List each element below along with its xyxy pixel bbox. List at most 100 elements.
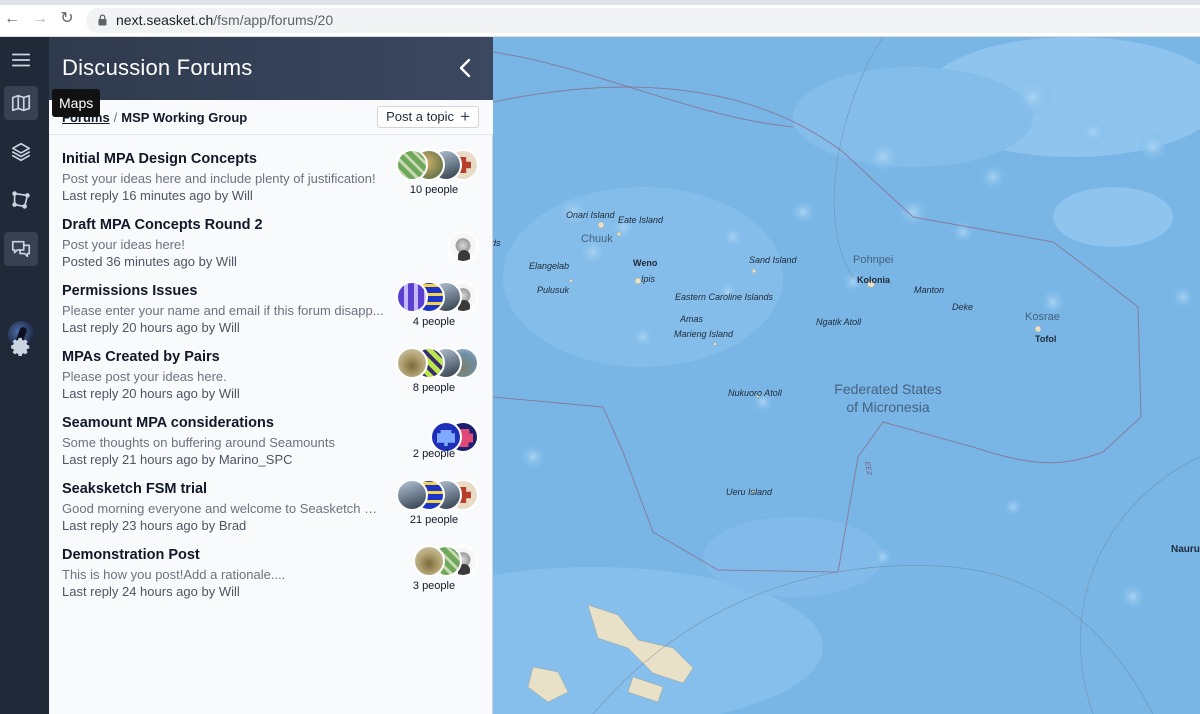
- avatar: [396, 149, 428, 181]
- topic-last-reply: Last reply 20 hours ago by Will: [62, 320, 240, 335]
- forums-icon: [11, 240, 31, 258]
- topic-title[interactable]: Initial MPA Design Concepts: [62, 151, 257, 167]
- topic-description: Please enter your name and email if this…: [62, 303, 384, 318]
- map-label: Weno: [633, 258, 658, 268]
- topic-item[interactable]: Seamount MPA considerations Some thought…: [49, 409, 493, 475]
- topic-last-reply: Posted 36 minutes ago by Will: [62, 254, 237, 269]
- map-label: Ueru Island: [726, 487, 773, 497]
- avatar: [413, 545, 445, 577]
- map-label: Pulusuk: [537, 285, 570, 295]
- participant-count: 8 people: [412, 382, 456, 394]
- topic-title[interactable]: Demonstration Post: [62, 547, 200, 563]
- topic-last-reply: Last reply 24 hours ago by Will: [62, 584, 240, 599]
- participant-avatars: [413, 545, 479, 578]
- topic-last-reply: Last reply 20 hours ago by Will: [62, 386, 240, 401]
- map-label: Ipis: [641, 274, 656, 284]
- panel-title: Discussion Forums: [62, 55, 253, 80]
- topic-last-reply: Last reply 23 hours ago by Brad: [62, 518, 247, 533]
- lock-icon: [98, 14, 107, 26]
- topic-item[interactable]: Permissions Issues Please enter your nam…: [49, 277, 493, 343]
- menu-icon: [11, 53, 31, 67]
- topic-title[interactable]: MPAs Created by Pairs: [62, 349, 220, 365]
- avatar: [396, 281, 428, 313]
- ocean-basemap: [493, 37, 1200, 714]
- map-label: Nauru: [1171, 544, 1200, 555]
- post-topic-label: Post a topic: [386, 109, 455, 124]
- topic-item[interactable]: Seaksketch FSM trial Good morning everyo…: [49, 475, 493, 541]
- topic-title[interactable]: Seamount MPA considerations: [62, 415, 274, 431]
- sketches-button[interactable]: [4, 183, 38, 217]
- topic-title[interactable]: Draft MPA Concepts Round 2: [62, 217, 263, 233]
- participant-avatars: [447, 231, 479, 264]
- forums-button[interactable]: [4, 232, 38, 266]
- topic-item[interactable]: Initial MPA Design Concepts Post your id…: [49, 145, 493, 211]
- topic-title[interactable]: Permissions Issues: [62, 283, 197, 299]
- participant-count: 3 people: [412, 580, 456, 592]
- topic-description: Please post your ideas here.: [62, 369, 227, 384]
- map-label: Eastern Caroline Islands: [675, 292, 774, 302]
- left-rail: [0, 37, 49, 714]
- topic-last-reply: Last reply 16 minutes ago by Will: [62, 188, 253, 203]
- map-label: Kosrae: [1025, 311, 1060, 323]
- url-path: /fsm/app/forums/20: [213, 12, 334, 28]
- reload-icon[interactable]: ↻: [59, 11, 75, 27]
- map-icon: [11, 94, 31, 112]
- topic-description: This is how you post!Add a rationale....: [62, 567, 286, 582]
- map-label: Pohnpei: [853, 254, 894, 266]
- map-label: Manton: [914, 285, 945, 295]
- topic-description: Good morning everyone and welcome to Sea…: [62, 501, 384, 516]
- layers-icon: [11, 142, 31, 162]
- participant-avatars: [396, 479, 479, 512]
- participant-count: 2 people: [412, 448, 456, 460]
- topic-list: Initial MPA Design Concepts Post your id…: [49, 145, 493, 607]
- map-label: Tofol: [1035, 334, 1057, 344]
- map-label: Kolonia: [857, 275, 890, 285]
- chevron-left-icon: [459, 58, 471, 78]
- avatar: [447, 231, 479, 263]
- avatar: [396, 347, 428, 379]
- participant-count: 10 people: [409, 184, 459, 196]
- map-view[interactable]: Onari Island Eate Island Chuuk ds Elange…: [493, 37, 1200, 714]
- panel-header: Discussion Forums: [49, 37, 493, 100]
- topic-item[interactable]: MPAs Created by Pairs Please post your i…: [49, 343, 493, 409]
- map-label: ds: [493, 238, 501, 248]
- map-label: Elangelab: [529, 261, 570, 271]
- topic-item[interactable]: Demonstration Post This is how you post!…: [49, 541, 493, 607]
- menu-button[interactable]: [4, 43, 38, 77]
- plus-icon: +: [460, 107, 470, 126]
- topic-description: Some thoughts on buffering around Seamou…: [62, 435, 335, 450]
- forums-panel: Discussion Forums Forums / MSP Working Gro…: [49, 37, 493, 714]
- participant-avatars: [396, 347, 479, 380]
- sketch-icon: [12, 191, 30, 209]
- participant-count: 4 people: [412, 316, 456, 328]
- participant-count: 21 people: [409, 514, 459, 526]
- tab-strip: [0, 0, 1200, 5]
- map-label: Sand Island: [749, 255, 797, 265]
- layers-button[interactable]: [4, 135, 38, 169]
- topic-last-reply: Last reply 21 hours ago by Marino_SPC: [62, 452, 293, 467]
- breadcrumb-separator: /: [113, 110, 118, 125]
- map-label: Chuuk: [581, 233, 613, 245]
- forward-icon[interactable]: →: [32, 11, 48, 27]
- topic-title[interactable]: Seaksketch FSM trial: [62, 481, 207, 497]
- settings-button[interactable]: [4, 330, 38, 364]
- maps-tooltip: Maps: [52, 89, 101, 117]
- back-icon[interactable]: ←: [4, 11, 20, 27]
- browser-chrome: ← → ↻ next.seasket.ch/fsm/app/forums/20: [0, 0, 1200, 37]
- topic-item[interactable]: Draft MPA Concepts Round 2 Post your ide…: [49, 211, 493, 277]
- country-label-line-2: of Micronesia: [846, 399, 930, 415]
- country-label-line-1: Federated States: [834, 381, 942, 397]
- url-text: next.seasket.ch/fsm/app/forums/20: [116, 12, 333, 28]
- address-bar[interactable]: next.seasket.ch/fsm/app/forums/20: [86, 8, 1200, 33]
- map-label: Amas: [680, 314, 704, 324]
- post-topic-button[interactable]: Post a topic +: [377, 106, 479, 128]
- map-label: Deke: [952, 302, 974, 312]
- map-label: Marieng Island: [674, 329, 734, 339]
- url-host: next.seasket.ch: [116, 12, 214, 28]
- map-label: Nukuoro Atoll: [728, 388, 782, 398]
- breadcrumb: Forums / MSP Working Group Post a topic +: [49, 100, 493, 135]
- gear-icon: [11, 337, 30, 356]
- avatar: [396, 479, 428, 511]
- collapse-panel-button[interactable]: [453, 55, 479, 81]
- maps-button[interactable]: [4, 86, 38, 120]
